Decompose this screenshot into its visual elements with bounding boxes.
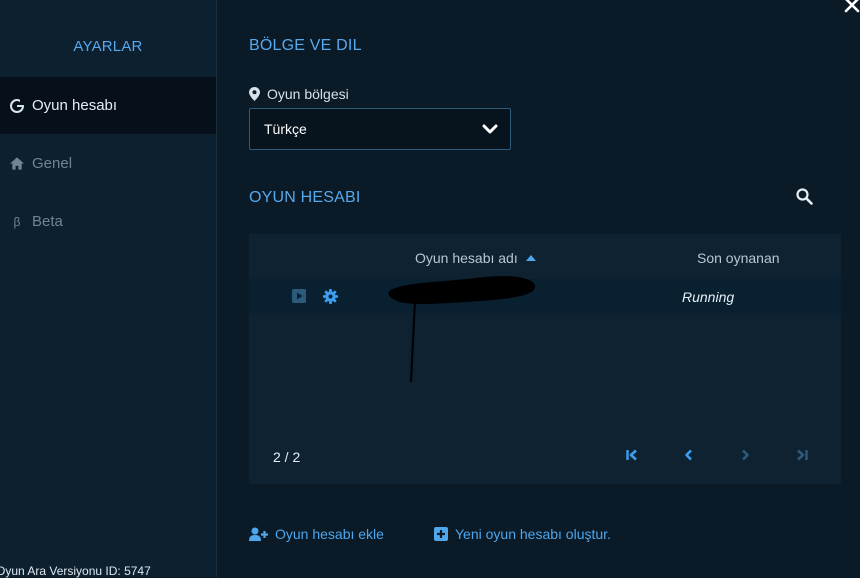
settings-button[interactable]	[323, 289, 338, 309]
accounts-heading: OYUN HESABI	[249, 189, 361, 206]
home-icon	[10, 157, 24, 171]
first-page-button[interactable]	[625, 448, 639, 467]
next-page-button[interactable]	[738, 448, 752, 467]
add-user-icon	[249, 527, 268, 541]
first-page-icon	[626, 449, 637, 461]
location-pin-icon	[249, 87, 260, 101]
close-icon	[844, 0, 860, 13]
play-icon	[292, 289, 306, 303]
chevron-right-icon	[742, 449, 749, 461]
accounts-table: Oyun hesabı adı Son oynanan Running 2 / …	[249, 234, 841, 484]
table-row[interactable]: Running	[249, 279, 841, 313]
sidebar-item-game-account[interactable]: Oyun hesabı	[0, 77, 216, 134]
create-account-label: Yeni oyun hesabı oluştur.	[455, 526, 611, 542]
add-account-label: Oyun hesabı ekle	[275, 526, 384, 542]
sidebar: AYARLAR Oyun hesabı Genel β Beta Oyun Ar…	[0, 0, 217, 578]
sidebar-item-beta[interactable]: β Beta	[0, 193, 216, 250]
last-page-icon	[797, 449, 808, 461]
table-header: Oyun hesabı adı Son oynanan	[249, 234, 841, 279]
sidebar-item-label: Beta	[32, 213, 63, 230]
column-header-name[interactable]: Oyun hesabı adı	[415, 250, 536, 266]
play-button[interactable]	[292, 289, 306, 308]
last-played-status: Running	[682, 289, 735, 305]
search-icon	[796, 188, 813, 205]
sort-asc-icon	[525, 255, 536, 261]
previous-page-button[interactable]	[682, 448, 696, 467]
last-page-button[interactable]	[795, 448, 809, 467]
g-logo-icon	[10, 98, 24, 113]
add-account-button[interactable]: Oyun hesabı ekle	[249, 526, 384, 542]
sidebar-item-general[interactable]: Genel	[0, 135, 216, 192]
column-header-name-label: Oyun hesabı adı	[415, 250, 518, 266]
region-heading: BÖLGE VE DIL	[249, 37, 362, 54]
gear-icon	[323, 289, 338, 304]
column-header-last-played[interactable]: Son oynanan	[697, 250, 780, 266]
page-indicator: 2 / 2	[273, 449, 301, 465]
sidebar-title: AYARLAR	[73, 38, 143, 55]
plus-square-icon	[434, 527, 448, 541]
chevron-down-icon	[482, 124, 498, 133]
sidebar-item-label: Oyun hesabı	[32, 97, 118, 114]
region-label: Oyun bölgesi	[249, 86, 349, 102]
version-id: Oyun Ara Versiyonu ID: 5747	[0, 564, 151, 578]
redaction-mark	[388, 276, 536, 383]
sidebar-item-label: Genel	[32, 155, 73, 172]
region-select-value: Türkçe	[264, 121, 307, 137]
region-select[interactable]: Türkçe	[249, 108, 511, 150]
search-button[interactable]	[796, 188, 813, 210]
create-account-button[interactable]: Yeni oyun hesabı oluştur.	[434, 526, 611, 542]
beta-icon: β	[13, 214, 21, 229]
chevron-left-icon	[685, 449, 692, 461]
close-button[interactable]	[842, 0, 860, 16]
region-label-text: Oyun bölgesi	[267, 86, 349, 102]
